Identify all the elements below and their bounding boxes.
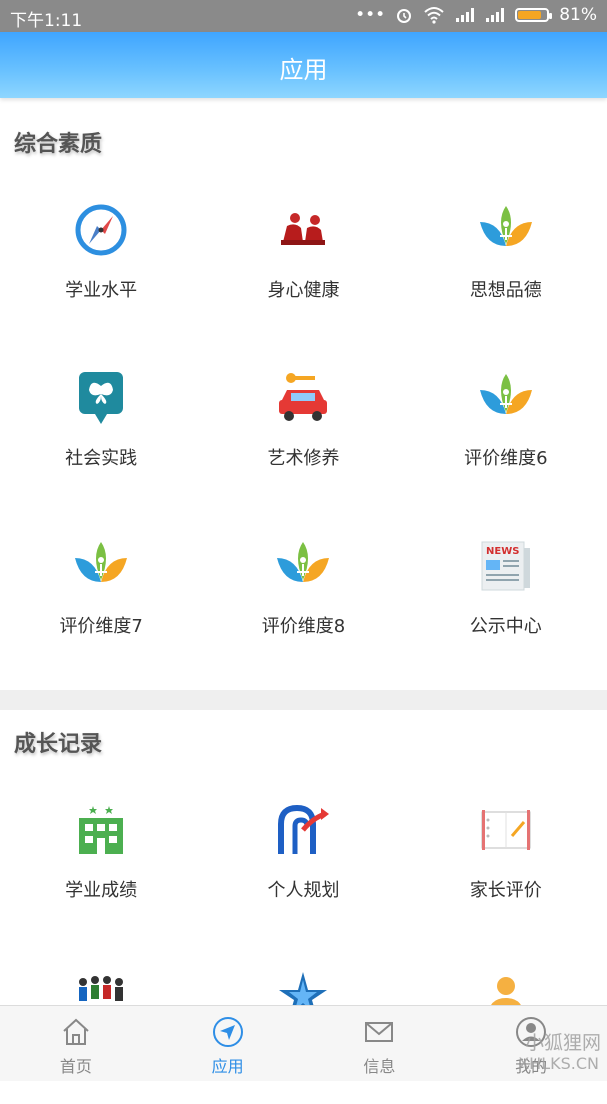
status-time: 下午1:11 (10, 11, 83, 31)
app-tile[interactable]: 思想品德 (405, 168, 607, 336)
app-tile-label: 身心健康 (267, 280, 340, 301)
compass-icon (71, 200, 131, 260)
car-key-icon (273, 368, 333, 428)
app-tile-label: 公示中心 (469, 616, 542, 637)
mail-icon (363, 1016, 395, 1048)
app-tile-label: 个人规划 (267, 880, 340, 901)
page-title: 应用 (279, 56, 328, 84)
newspaper-icon: NEWS (476, 536, 536, 596)
section-title-growth: 成长记录 (14, 732, 103, 757)
app-tile[interactable]: 家长评价 (405, 768, 607, 936)
app-tile[interactable]: 学业成绩 (0, 768, 202, 936)
tab-navigation[interactable]: 应用 (152, 1006, 304, 1081)
lotus-icon (476, 200, 536, 260)
app-tile-label: 学业成绩 (65, 880, 138, 901)
app-tile-label: 学业水平 (65, 280, 138, 301)
watermark-domain: XHLKS.CN (518, 1054, 599, 1073)
app-tile[interactable]: NEWS 公示中心 (405, 504, 607, 672)
lotus-icon (71, 536, 131, 596)
status-bar: 下午1:11 ••• 81% (0, 0, 607, 32)
butterfly-pin-icon (71, 368, 131, 428)
navigation-icon (212, 1016, 244, 1048)
section-title-comprehensive: 综合素质 (14, 132, 103, 157)
app-tile[interactable]: 评价维度6 (405, 336, 607, 504)
bottom-tab-bar: 首页 应用 信息 我的 (0, 1005, 607, 1081)
battery-percent: 81% (559, 5, 597, 25)
people-sitting-icon (273, 200, 333, 260)
lotus-icon (273, 536, 333, 596)
app-tile-label: 社会实践 (65, 448, 138, 469)
alarm-icon (397, 9, 412, 23)
plan-arrow-icon (273, 800, 333, 860)
wifi-icon (424, 7, 444, 24)
app-tile-label: 评价维度7 (59, 616, 143, 637)
notebook-icon (476, 800, 536, 860)
tab-label: 应用 (211, 1057, 244, 1076)
app-tile-label: 家长评价 (469, 880, 542, 901)
app-tile[interactable]: 评价维度7 (0, 504, 202, 672)
lotus-icon (476, 368, 536, 428)
app-tile[interactable]: 身心健康 (202, 168, 404, 336)
app-tile-label: 评价维度6 (464, 448, 548, 469)
app-tile[interactable]: 社会实践 (0, 336, 202, 504)
signal-icon (456, 8, 475, 22)
app-grid-comprehensive: 学业水平 身心健康 思想品德社会实践 艺术修养 评价维度6 评价维度7 评价维度8 NEWS 公… (0, 168, 607, 672)
more-dots-icon: ••• (355, 5, 386, 25)
tab-mail[interactable]: 信息 (304, 1006, 456, 1081)
app-tile-label: 艺术修养 (267, 448, 340, 469)
tab-label: 首页 (59, 1057, 92, 1076)
app-tile[interactable]: 评价维度8 (202, 504, 404, 672)
tab-home[interactable]: 首页 (0, 1006, 152, 1081)
watermark-text: 小狐狸网 (524, 1032, 601, 1054)
signal-icon-2 (486, 8, 505, 22)
app-tile-label: 评价维度8 (261, 616, 346, 637)
app-tile[interactable]: 个人规划 (202, 768, 404, 936)
school-building-icon (71, 800, 131, 860)
section-divider (0, 690, 607, 710)
home-icon (60, 1016, 92, 1048)
app-tile-label: 思想品德 (469, 280, 542, 301)
app-tile[interactable]: 学业水平 (0, 168, 202, 336)
tab-label: 信息 (363, 1057, 396, 1076)
news-label: NEWS (486, 546, 519, 557)
app-tile[interactable]: 艺术修养 (202, 336, 404, 504)
battery-icon (515, 8, 553, 22)
app-bar: 应用 (0, 32, 607, 98)
